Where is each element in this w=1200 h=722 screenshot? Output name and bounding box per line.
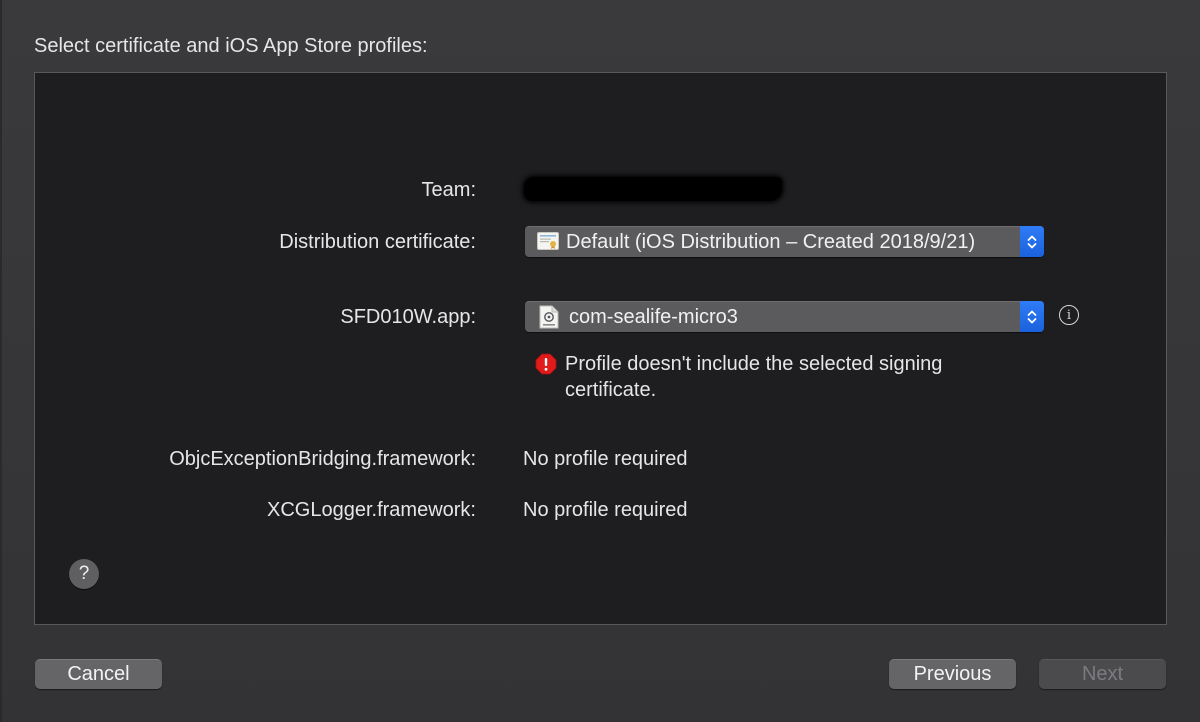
distribution-certificate-value: Default (iOS Distribution – Created 2018… (566, 231, 976, 253)
framework-2-value: No profile required (523, 499, 688, 521)
app-profile-stepper (1020, 301, 1044, 332)
framework-1-label: ObjcExceptionBridging.framework: (169, 448, 476, 470)
chevron-up-down-icon (1027, 235, 1037, 248)
help-button[interactable]: ? (69, 559, 99, 589)
chevron-up-down-icon (1027, 310, 1037, 323)
signing-panel: Team: Distribution certificate: Default … (34, 72, 1167, 625)
window-edge (0, 0, 2, 722)
info-icon[interactable]: i (1059, 305, 1079, 325)
cancel-button[interactable]: Cancel (35, 659, 162, 689)
profile-error-message: Profile doesn't include the selected sig… (565, 353, 943, 401)
app-profile-popup[interactable]: com-sealife-micro3 (525, 301, 1044, 332)
distribution-certificate-popup[interactable]: Default (iOS Distribution – Created 2018… (525, 226, 1044, 257)
distribution-certificate-label: Distribution certificate: (279, 231, 476, 253)
error-icon (535, 353, 557, 375)
team-value-redacted (524, 177, 782, 201)
team-label: Team: (421, 179, 476, 201)
previous-button[interactable]: Previous (889, 659, 1016, 689)
dialog-heading: Select certificate and iOS App Store pro… (34, 35, 428, 57)
framework-1-value: No profile required (523, 448, 688, 470)
next-button[interactable]: Next (1039, 659, 1166, 689)
framework-2-label: XCGLogger.framework: (267, 499, 476, 521)
app-profile-value: com-sealife-micro3 (569, 306, 738, 328)
certificate-icon (537, 232, 559, 250)
distribution-certificate-stepper (1020, 226, 1044, 257)
provisioning-profile-icon (539, 305, 559, 329)
app-label: SFD010W.app: (340, 306, 476, 328)
